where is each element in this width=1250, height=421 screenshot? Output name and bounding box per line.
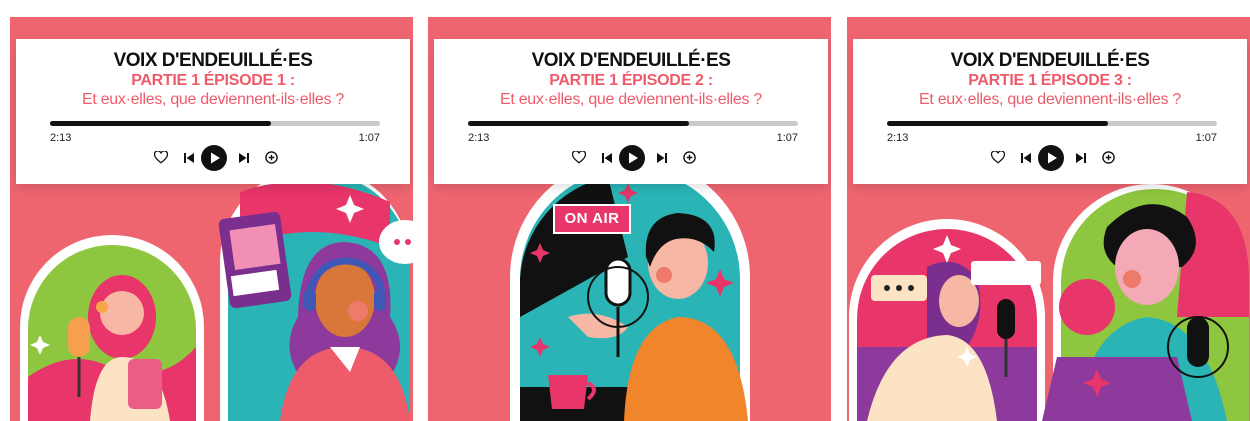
skip-previous-icon[interactable] [1021,153,1031,163]
episode-subtitle: Et eux·elles, que deviennent-ils·elles ? [82,91,344,108]
episode-label: PARTIE 1 ÉPISODE 3 : [968,72,1132,89]
series-title: VOIX D'ENDEUILLÉ·ES [113,50,313,71]
elapsed-time: 2:13 [468,132,490,144]
heart-icon[interactable] [991,151,1005,164]
elapsed-time: 2:13 [887,132,909,144]
series-title: VOIX D'ENDEUILLÉ·ES [531,50,731,71]
play-icon [201,145,227,171]
progress-bar[interactable] [468,121,798,126]
playback-controls [434,145,828,171]
remaining-time: 1:07 [1195,132,1217,144]
remaining-time: 1:07 [358,132,380,144]
add-circle-icon[interactable] [683,151,696,164]
progress-bar[interactable] [887,121,1217,126]
play-icon [1038,145,1064,171]
play-button[interactable] [619,145,645,171]
add-circle-icon[interactable] [1102,151,1115,164]
player-card: VOIX D'ENDEUILLÉ·ES PARTIE 1 ÉPISODE 3 :… [853,39,1247,184]
skip-previous-icon[interactable] [602,153,612,163]
player-card: VOIX D'ENDEUILLÉ·ES PARTIE 1 ÉPISODE 1 :… [16,39,410,184]
series-title: VOIX D'ENDEUILLÉ·ES [950,50,1150,71]
skip-next-icon[interactable] [657,153,667,163]
episode-subtitle: Et eux·elles, que deviennent-ils·elles ? [919,91,1181,108]
progress-fill [50,121,272,126]
playback-controls [853,145,1247,171]
skip-next-icon[interactable] [1076,153,1086,163]
episode-panel-2: ON AIR VOIX D'ENDEUILLÉ·ES PARTIE 1 ÉPIS… [428,17,831,421]
remaining-time: 1:07 [776,132,798,144]
episode-label: PARTIE 1 ÉPISODE 2 : [549,72,713,89]
progress-bar[interactable] [50,121,380,126]
heart-icon[interactable] [572,151,586,164]
heart-icon[interactable] [154,151,168,164]
play-button[interactable] [1038,145,1064,171]
elapsed-time: 2:13 [50,132,72,144]
play-button[interactable] [201,145,227,171]
episode-label: PARTIE 1 ÉPISODE 1 : [131,72,295,89]
episode-subtitle: Et eux·elles, que deviennent-ils·elles ? [500,91,762,108]
progress-fill [468,121,690,126]
skip-next-icon[interactable] [239,153,249,163]
on-air-sign: ON AIR [564,210,620,227]
skip-previous-icon[interactable] [184,153,194,163]
playback-controls [16,145,410,171]
add-circle-icon[interactable] [265,151,278,164]
progress-fill [887,121,1109,126]
player-card: VOIX D'ENDEUILLÉ·ES PARTIE 1 ÉPISODE 2 :… [434,39,828,184]
play-icon [619,145,645,171]
episode-panel-1: VOIX D'ENDEUILLÉ·ES PARTIE 1 ÉPISODE 1 :… [10,17,413,421]
episode-panel-3: VOIX D'ENDEUILLÉ·ES PARTIE 1 ÉPISODE 3 :… [847,17,1250,421]
